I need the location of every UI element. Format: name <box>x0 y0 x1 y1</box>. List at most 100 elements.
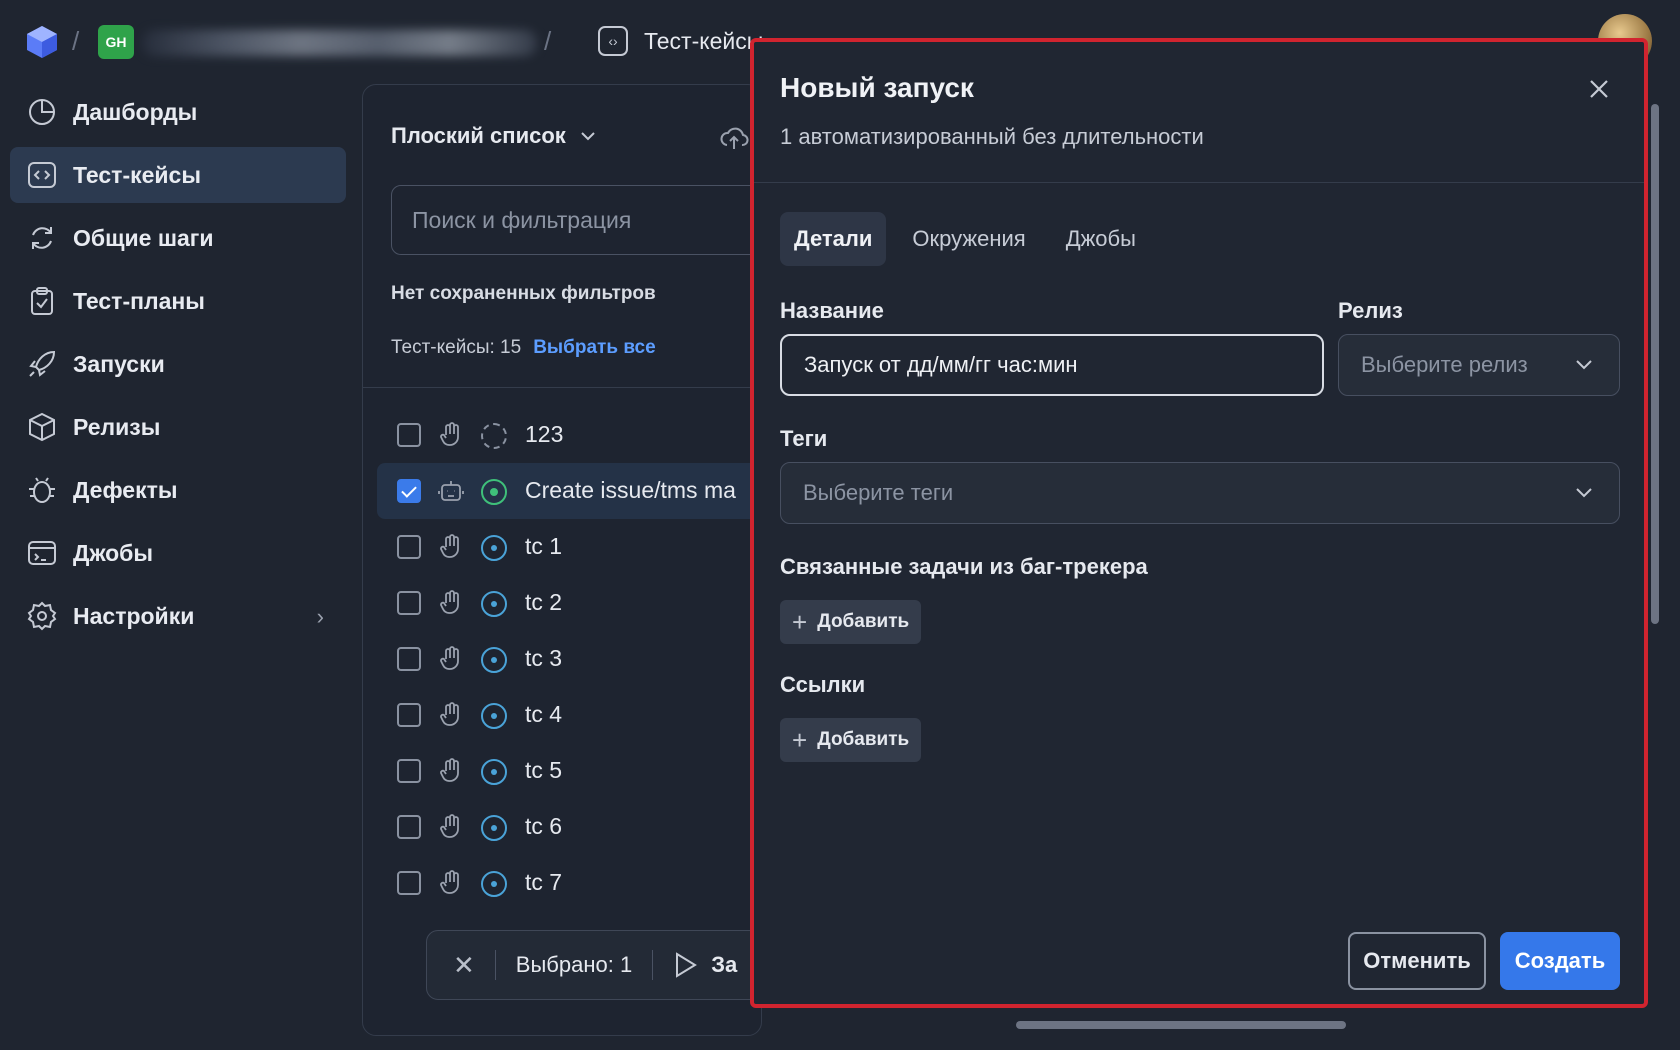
test-case-title[interactable]: tc 1 <box>525 533 562 560</box>
list-item[interactable]: tc 5 <box>377 743 761 799</box>
test-case-title[interactable]: tc 4 <box>525 701 562 728</box>
sidebar-item-test-plans[interactable]: Тест-планы <box>10 273 346 329</box>
sidebar-item-label: Дефекты <box>73 476 178 503</box>
sidebar-item-jobs[interactable]: Джобы <box>10 525 346 581</box>
row-checkbox[interactable] <box>397 535 421 559</box>
view-mode-label: Плоский список <box>391 123 566 148</box>
selection-action-bar: ✕ Выбрано: 1 За <box>426 930 766 1000</box>
divider <box>494 950 496 980</box>
clear-selection-icon[interactable]: ✕ <box>453 950 475 981</box>
row-checkbox[interactable] <box>397 479 421 503</box>
breadcrumb-current[interactable]: Тест-кейсы <box>644 28 763 55</box>
view-mode-dropdown[interactable]: Плоский список <box>391 123 598 149</box>
test-case-title[interactable]: 123 <box>525 421 563 448</box>
list-item[interactable]: 123 <box>377 407 761 463</box>
test-case-title[interactable]: tc 3 <box>525 645 562 672</box>
rocket-icon <box>26 348 58 380</box>
project-name-redacted[interactable] <box>142 30 537 56</box>
scrollbar-thumb[interactable] <box>1016 1021 1346 1029</box>
sidebar-item-test-cases[interactable]: Тест-кейсы <box>10 147 346 203</box>
refresh-icon <box>26 222 58 254</box>
list-item[interactable]: tc 6 <box>377 799 761 855</box>
test-case-title[interactable]: tc 2 <box>525 589 562 616</box>
cancel-button[interactable]: Отменить <box>1348 932 1486 990</box>
horizontal-scrollbar[interactable] <box>1000 1018 1650 1032</box>
upload-cloud-icon[interactable] <box>719 123 749 153</box>
divider <box>363 387 761 388</box>
vertical-scrollbar[interactable] <box>1648 90 1662 1010</box>
status-icon <box>481 759 507 785</box>
list-item[interactable]: tc 7 <box>377 855 761 911</box>
terminal-icon <box>26 537 58 569</box>
test-case-title[interactable]: tc 7 <box>525 869 562 896</box>
tab-environments[interactable]: Окружения <box>898 212 1039 266</box>
tags-select[interactable]: Выберите теги <box>780 462 1620 524</box>
add-issue-button[interactable]: + Добавить <box>780 600 922 644</box>
row-checkbox[interactable] <box>397 759 421 783</box>
status-icon <box>481 591 507 617</box>
count-label: Тест-кейсы: 15 <box>391 337 522 358</box>
sidebar-item-label: Запуски <box>73 350 165 377</box>
chevron-down-icon <box>1576 360 1592 370</box>
dialog-tabs: Детали Окружения Джобы <box>780 212 1150 266</box>
sidebar-item-label: Тест-планы <box>73 287 205 314</box>
run-selected-button[interactable]: За <box>711 952 737 978</box>
robot-icon <box>437 477 465 505</box>
list-item[interactable]: tc 3 <box>377 631 761 687</box>
app-logo-icon[interactable] <box>24 24 60 60</box>
row-checkbox[interactable] <box>397 815 421 839</box>
plus-icon: + <box>792 607 808 637</box>
sidebar: Дашборды Тест-кейсы Общие шаги Тест-план… <box>10 84 346 651</box>
org-badge[interactable]: GH <box>98 25 134 59</box>
close-icon[interactable] <box>1584 74 1614 104</box>
test-case-title[interactable]: Create issue/tms ma <box>525 477 736 504</box>
play-icon[interactable] <box>673 951 699 979</box>
sidebar-item-shared-steps[interactable]: Общие шаги <box>10 210 346 266</box>
tab-details[interactable]: Детали <box>780 212 887 266</box>
status-icon <box>481 479 507 505</box>
code-brackets-icon <box>26 159 58 191</box>
add-link-button[interactable]: + Добавить <box>780 718 922 762</box>
sidebar-item-label: Общие шаги <box>73 224 214 251</box>
status-icon <box>481 815 507 841</box>
sidebar-item-label: Джобы <box>73 539 154 566</box>
new-launch-dialog: Новый запуск 1 автоматизированный без дл… <box>750 38 1648 1008</box>
chevron-right-icon: › <box>316 604 324 629</box>
list-item[interactable]: Create issue/tms ma <box>377 463 761 519</box>
hand-icon <box>437 813 465 841</box>
tags-placeholder: Выберите теги <box>803 480 954 505</box>
status-icon <box>481 871 507 897</box>
tab-jobs[interactable]: Джобы <box>1052 212 1150 266</box>
add-issue-label: Добавить <box>817 611 910 632</box>
test-case-list: 123 Create issue/tms ma tc 1 tc 2 tc 3 tc 4 tc… <box>377 407 761 911</box>
dialog-subtitle: 1 автоматизированный без длительности <box>780 124 1204 149</box>
chevron-down-icon <box>1576 488 1592 498</box>
release-select[interactable]: Выберите релиз <box>1338 334 1620 396</box>
sidebar-item-releases[interactable]: Релизы <box>10 399 346 455</box>
search-input[interactable]: Поиск и фильтрация <box>391 185 761 255</box>
test-case-list-panel: Плоский список Поиск и фильтрация Нет со… <box>362 84 762 1036</box>
list-item[interactable]: tc 2 <box>377 575 761 631</box>
sidebar-item-defects[interactable]: Дефекты <box>10 462 346 518</box>
row-checkbox[interactable] <box>397 703 421 727</box>
row-checkbox[interactable] <box>397 647 421 671</box>
sidebar-item-settings[interactable]: Настройки › <box>10 588 346 644</box>
launch-name-input[interactable]: Запуск от дд/мм/гг час:мин <box>780 334 1324 396</box>
test-case-title[interactable]: tc 5 <box>525 757 562 784</box>
hand-icon <box>437 757 465 785</box>
test-case-title[interactable]: tc 6 <box>525 813 562 840</box>
list-item[interactable]: tc 1 <box>377 519 761 575</box>
list-item[interactable]: tc 4 <box>377 687 761 743</box>
hand-icon <box>437 869 465 897</box>
select-all-link[interactable]: Выбрать все <box>533 337 655 358</box>
scrollbar-thumb[interactable] <box>1651 104 1659 624</box>
chevron-down-icon <box>581 132 595 141</box>
row-checkbox[interactable] <box>397 423 421 447</box>
sidebar-item-dashboards[interactable]: Дашборды <box>10 84 346 140</box>
row-checkbox[interactable] <box>397 591 421 615</box>
breadcrumb-separator: / <box>72 26 80 56</box>
sidebar-item-launches[interactable]: Запуски <box>10 336 346 392</box>
create-button[interactable]: Создать <box>1500 932 1620 990</box>
row-checkbox[interactable] <box>397 871 421 895</box>
package-icon <box>26 411 58 443</box>
